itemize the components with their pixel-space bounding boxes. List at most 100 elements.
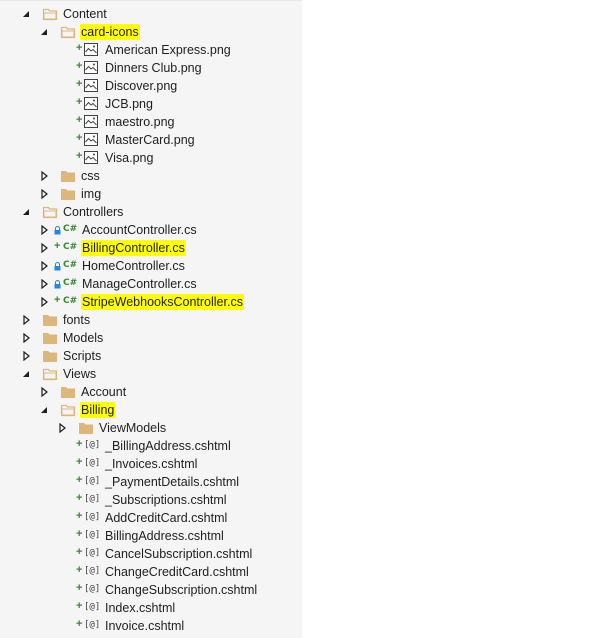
added-status-icon: + xyxy=(76,474,83,486)
tree-item-label: Visa.png xyxy=(105,151,154,165)
tree-item-subscriptions-cshtml[interactable]: + [@] _Subscriptions.cshtml xyxy=(0,491,302,509)
tree-item-dinners-club-png[interactable]: + Dinners Club.png xyxy=(0,59,302,77)
tree-item-label: Scripts xyxy=(63,349,102,363)
tree-item-label: American Express.png xyxy=(105,43,231,57)
folder-open-icon xyxy=(60,403,76,417)
tree-item-card-icons[interactable]: card-icons xyxy=(0,23,302,41)
razor-file-icon: [@] xyxy=(84,494,101,504)
tree-item-label: _PaymentDetails.cshtml xyxy=(105,475,240,489)
tree-item-jcb-png[interactable]: + JCB.png xyxy=(0,95,302,113)
tree-item-label: _Subscriptions.cshtml xyxy=(105,493,227,507)
tree-item-account[interactable]: Account xyxy=(0,383,302,401)
image-file-icon xyxy=(84,151,98,164)
tree-item-billingcontroller-cs[interactable]: + C# BillingController.cs xyxy=(0,239,302,257)
razor-file-icon: [@] xyxy=(84,512,101,522)
expand-arrow-icon[interactable] xyxy=(39,279,49,289)
collapse-arrow-icon[interactable] xyxy=(39,405,49,415)
tree-item-views[interactable]: Views xyxy=(0,365,302,383)
collapse-arrow-icon[interactable] xyxy=(21,207,31,217)
tree-item-label: Controllers xyxy=(63,205,124,219)
folder-open-icon xyxy=(42,7,58,21)
tree-item-models[interactable]: Models xyxy=(0,329,302,347)
razor-file-icon: [@] xyxy=(84,566,101,576)
added-status-icon: + xyxy=(76,456,83,468)
tree-item-label: _BillingAddress.cshtml xyxy=(105,439,231,453)
tree-item-billingaddress-cshtml[interactable]: + [@] BillingAddress.cshtml xyxy=(0,527,302,545)
tree-item-visa-png[interactable]: + Visa.png xyxy=(0,149,302,167)
tree-item-label: Discover.png xyxy=(105,79,178,93)
tree-item-css[interactable]: css xyxy=(0,167,302,185)
tree-item-label: card-icons xyxy=(80,24,140,40)
tree-item-label: fonts xyxy=(63,313,91,327)
tree-item-homecontroller-cs[interactable]: C# HomeController.cs xyxy=(0,257,302,275)
tree-item-label: ChangeCreditCard.cshtml xyxy=(105,565,249,579)
tree-item-maestro-png[interactable]: + maestro.png xyxy=(0,113,302,131)
collapse-arrow-icon[interactable] xyxy=(39,27,49,37)
folder-open-icon xyxy=(42,205,58,219)
expand-arrow-icon[interactable] xyxy=(39,387,49,397)
expand-arrow-icon[interactable] xyxy=(39,189,49,199)
folder-icon xyxy=(78,421,94,435)
tree-item-img[interactable]: img xyxy=(0,185,302,203)
tree-item-cancelsubscription-cshtml[interactable]: + [@] CancelSubscription.cshtml xyxy=(0,545,302,563)
csharp-file-icon: C# xyxy=(63,260,78,270)
expand-arrow-icon[interactable] xyxy=(39,171,49,181)
added-status-icon: + xyxy=(54,294,61,306)
collapse-arrow-icon[interactable] xyxy=(21,9,31,19)
image-file-icon xyxy=(84,43,98,56)
tree-item-billingaddress-cshtml[interactable]: + [@] _BillingAddress.cshtml xyxy=(0,437,302,455)
tree-item-invoices-cshtml[interactable]: + [@] _Invoices.cshtml xyxy=(0,455,302,473)
razor-file-icon: [@] xyxy=(84,458,101,468)
tree-item-billing[interactable]: Billing xyxy=(0,401,302,419)
expand-arrow-icon[interactable] xyxy=(39,243,49,253)
added-status-icon: + xyxy=(76,618,83,630)
added-status-icon: + xyxy=(76,564,83,576)
tree-item-scripts[interactable]: Scripts xyxy=(0,347,302,365)
tree-item-viewmodels[interactable]: ViewModels xyxy=(0,419,302,437)
tree-item-american-express-png[interactable]: + American Express.png xyxy=(0,41,302,59)
tree-item-label: BillingAddress.cshtml xyxy=(105,529,224,543)
expand-arrow-icon[interactable] xyxy=(57,423,67,433)
checked-in-lock-icon xyxy=(54,226,61,235)
folder-open-icon xyxy=(60,25,76,39)
added-status-icon: + xyxy=(76,42,83,54)
added-status-icon: + xyxy=(76,150,83,162)
tree-item-label: HomeController.cs xyxy=(82,259,185,273)
tree-item-content[interactable]: Content xyxy=(0,5,302,23)
tree-item-stripewebhookscontroller-cs[interactable]: + C# StripeWebhooksController.cs xyxy=(0,293,302,311)
tree-item-fonts[interactable]: fonts xyxy=(0,311,302,329)
expand-arrow-icon[interactable] xyxy=(39,297,49,307)
razor-file-icon: [@] xyxy=(84,548,101,558)
tree-item-managecontroller-cs[interactable]: C# ManageController.cs xyxy=(0,275,302,293)
tree-item-paymentdetails-cshtml[interactable]: + [@] _PaymentDetails.cshtml xyxy=(0,473,302,491)
expand-arrow-icon[interactable] xyxy=(21,315,31,325)
tree-item-index-cshtml[interactable]: + [@] Index.cshtml xyxy=(0,599,302,617)
tree-item-label: Index.cshtml xyxy=(105,601,176,615)
tree-item-changesubscription-cshtml[interactable]: + [@] ChangeSubscription.cshtml xyxy=(0,581,302,599)
tree-item-invoice-cshtml[interactable]: + [@] Invoice.cshtml xyxy=(0,617,302,635)
csharp-file-icon: C# xyxy=(63,242,78,252)
checked-in-lock-icon xyxy=(54,262,61,271)
tree-item-discover-png[interactable]: + Discover.png xyxy=(0,77,302,95)
tree-item-label: ViewModels xyxy=(99,421,167,435)
tree-item-changecreditcard-cshtml[interactable]: + [@] ChangeCreditCard.cshtml xyxy=(0,563,302,581)
tree-item-controllers[interactable]: Controllers xyxy=(0,203,302,221)
expand-arrow-icon[interactable] xyxy=(21,351,31,361)
tree-item-label: MasterCard.png xyxy=(105,133,195,147)
folder-icon xyxy=(60,187,76,201)
expand-arrow-icon[interactable] xyxy=(21,333,31,343)
tree-item-label: ManageController.cs xyxy=(82,277,197,291)
razor-file-icon: [@] xyxy=(84,620,101,630)
tree-item-addcreditcard-cshtml[interactable]: + [@] AddCreditCard.cshtml xyxy=(0,509,302,527)
folder-icon xyxy=(42,331,58,345)
added-status-icon: + xyxy=(76,492,83,504)
tree-item-accountcontroller-cs[interactable]: C# AccountController.cs xyxy=(0,221,302,239)
razor-file-icon: [@] xyxy=(84,584,101,594)
expand-arrow-icon[interactable] xyxy=(39,261,49,271)
image-file-icon xyxy=(84,61,98,74)
expand-arrow-icon[interactable] xyxy=(39,225,49,235)
added-status-icon: + xyxy=(76,96,83,108)
collapse-arrow-icon[interactable] xyxy=(21,369,31,379)
added-status-icon: + xyxy=(76,60,83,72)
tree-item-mastercard-png[interactable]: + MasterCard.png xyxy=(0,131,302,149)
